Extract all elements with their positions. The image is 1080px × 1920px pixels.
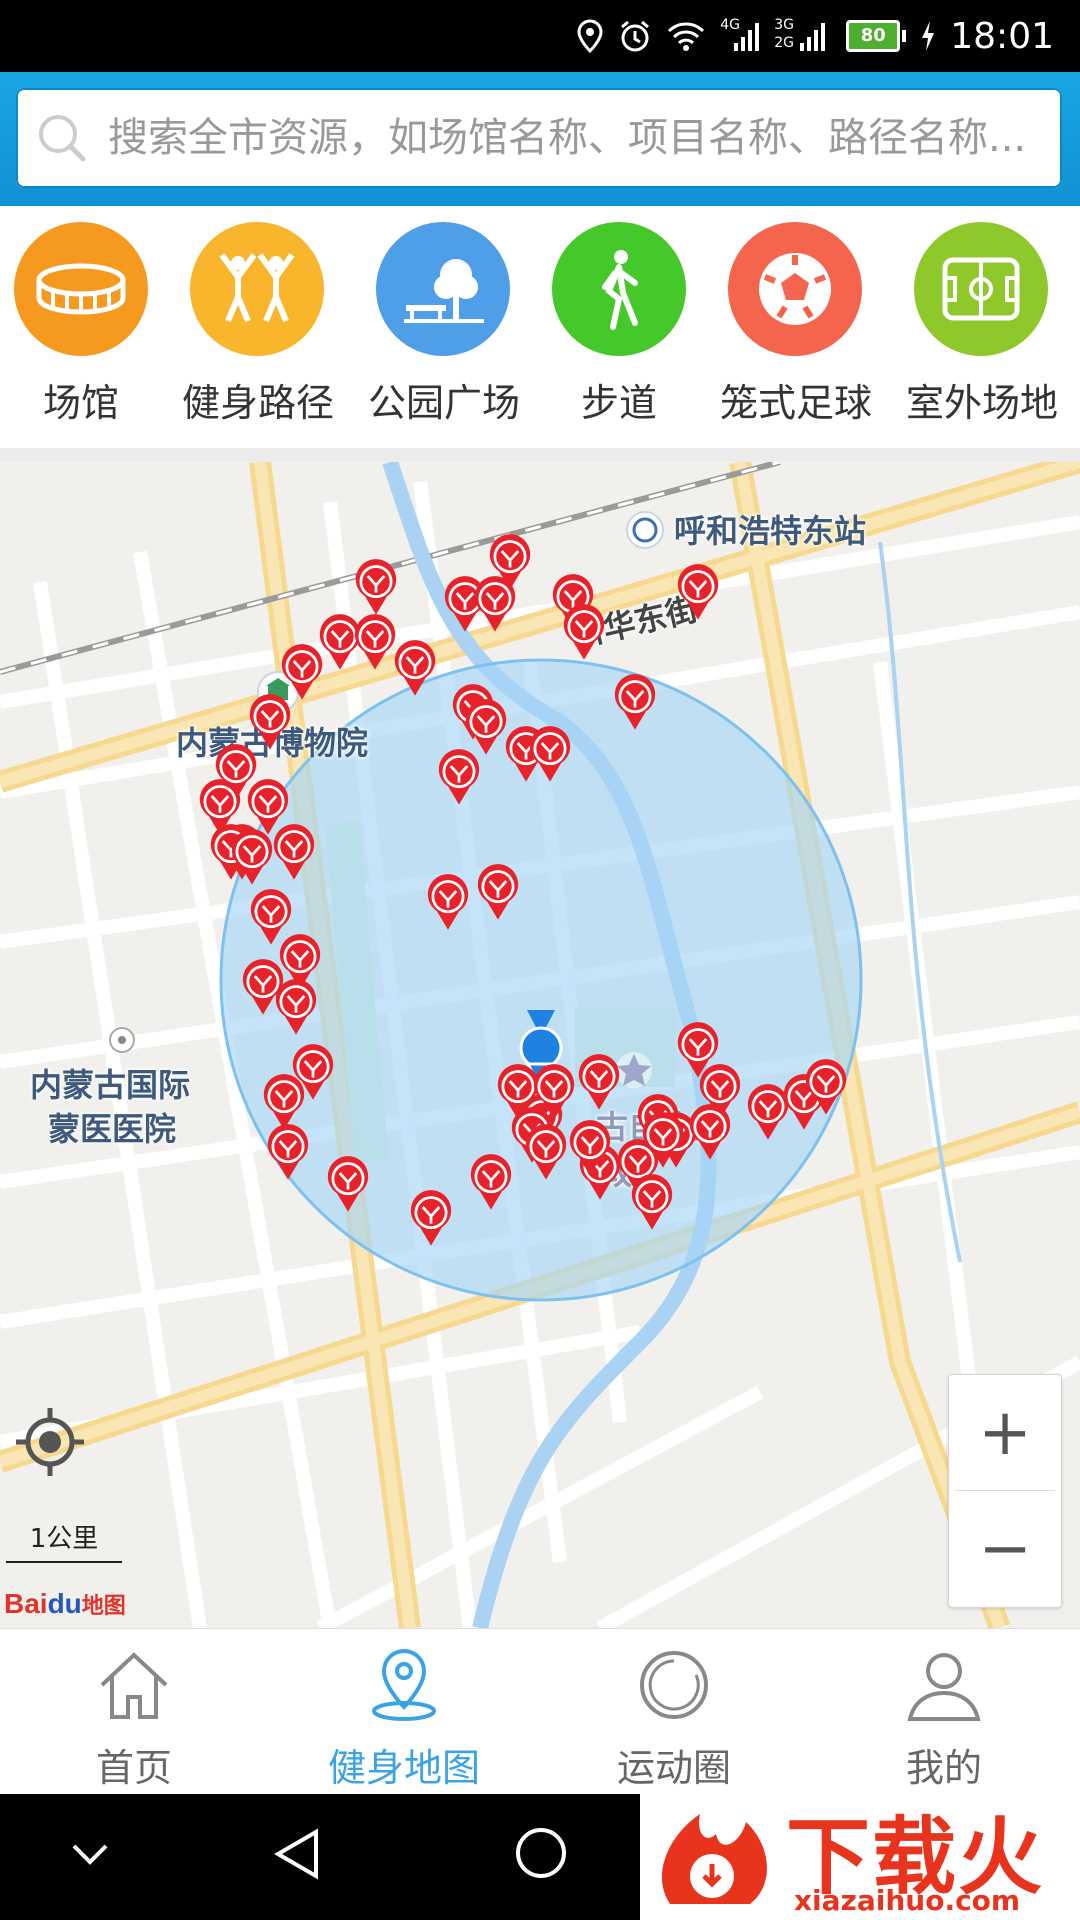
category-label: 步道 [580, 381, 657, 425]
category-cage-soccer[interactable]: 笼式足球 [720, 222, 873, 427]
logo-a: Bai [4, 1588, 48, 1619]
category-outdoor-field[interactable]: 室外场地 [906, 222, 1059, 427]
flame-logo-icon [661, 1814, 767, 1904]
map-view[interactable]: 呼和浩特东站 新华东街 内蒙古博物院 内蒙古国际 蒙医医院 古自治区 政 1公里… [0, 462, 1080, 1628]
logo-b: du [47, 1588, 82, 1619]
baidu-logo: Baidu地图 [4, 1588, 126, 1620]
category-park[interactable]: 公园广场 [368, 222, 521, 427]
battery-icon: 80 [846, 20, 907, 52]
venue-pin[interactable] [230, 829, 274, 887]
category-stadium[interactable]: 场馆 [6, 222, 156, 427]
venue-pin[interactable] [473, 576, 517, 634]
category-label: 室外场地 [906, 381, 1059, 425]
locate-me-icon[interactable] [14, 1406, 86, 1478]
chevron-down-icon[interactable] [68, 1832, 112, 1876]
category-label: 健身路径 [182, 381, 335, 425]
location-icon [577, 19, 603, 53]
venue-pin[interactable] [641, 1112, 685, 1170]
logo-c: 地图 [81, 1593, 126, 1618]
venue-pin[interactable] [353, 614, 397, 672]
venue-pin[interactable] [568, 1120, 612, 1178]
venue-pin[interactable] [476, 864, 520, 922]
charging-icon [922, 21, 935, 51]
soccer-icon [728, 222, 862, 356]
venue-pin[interactable] [266, 1124, 310, 1182]
station-label: 呼和浩特东站 [674, 512, 867, 550]
user-icon [907, 1653, 981, 1721]
clock: 18:01 [950, 15, 1054, 57]
search-input[interactable]: 搜索全市资源，如场馆名称、项目名称、路径名称... [16, 88, 1062, 188]
venue-pin[interactable] [272, 824, 316, 882]
venue-pin[interactable] [562, 604, 606, 662]
venue-pin[interactable] [524, 1124, 568, 1182]
tab-label: 健身地图 [327, 1746, 480, 1790]
venue-pin[interactable] [804, 1059, 848, 1117]
category-walk[interactable]: 步道 [544, 222, 694, 427]
park-icon [376, 222, 510, 356]
walking-icon [552, 222, 686, 356]
zoom-out-button[interactable]: − [949, 1491, 1061, 1606]
venue-pin[interactable] [409, 1190, 453, 1248]
alarm-icon [621, 20, 650, 52]
back-icon[interactable] [272, 1828, 322, 1880]
category-label: 笼式足球 [720, 381, 873, 425]
tab-fitness-map[interactable]: 健身地图 [304, 1645, 504, 1792]
watermark: 下载火 xiazaihuo.com [640, 1788, 1080, 1920]
search-icon [39, 115, 86, 162]
venue-pin[interactable] [354, 559, 398, 617]
wifi-icon [668, 22, 705, 51]
signal-3g2g-icon: 3G 2G [774, 17, 832, 53]
zoom-controls: + − [948, 1374, 1062, 1608]
venue-pin[interactable] [577, 1054, 621, 1112]
status-bar: 4G 3G 2G 80 18:01 [0, 0, 1080, 72]
home-nav-icon[interactable] [514, 1826, 568, 1880]
tab-label: 首页 [95, 1746, 172, 1790]
venue-pin[interactable] [426, 874, 470, 932]
tab-label: 运动圈 [616, 1746, 731, 1790]
fitness-path-icon [190, 222, 324, 356]
venue-pin[interactable] [613, 674, 657, 732]
venue-pin[interactable] [274, 979, 318, 1037]
venue-pin[interactable] [469, 1154, 513, 1212]
venue-pin[interactable] [437, 749, 481, 807]
venue-pin[interactable] [326, 1156, 370, 1214]
venue-pin[interactable] [676, 564, 720, 622]
bottom-tab-bar: 首页 健身地图 运动圈 我的 [0, 1628, 1080, 1795]
venue-pin[interactable] [393, 640, 437, 698]
category-label: 公园广场 [368, 381, 521, 425]
category-bar: 场馆 健身路径 公园广场 步道 笼式足球 室外场地 [0, 206, 1080, 448]
venue-pin[interactable] [688, 1104, 732, 1162]
battery-level: 80 [846, 20, 901, 52]
watermark-url: xiazaihuo.com [794, 1884, 1021, 1917]
outdoor-field-icon [914, 222, 1048, 356]
tab-sports-circle[interactable]: 运动圈 [574, 1645, 774, 1792]
map-pin-icon [372, 1648, 436, 1721]
home-icon [100, 1652, 168, 1719]
venue-pin[interactable] [630, 1174, 674, 1232]
hospital-label-1: 内蒙古国际 [30, 1066, 191, 1104]
circle-icon [640, 1651, 708, 1719]
hospital-label-2: 蒙医医院 [48, 1110, 177, 1148]
tab-home[interactable]: 首页 [34, 1645, 234, 1792]
tab-mine[interactable]: 我的 [844, 1645, 1044, 1792]
divider [0, 448, 1080, 462]
search-placeholder: 搜索全市资源，如场馆名称、项目名称、路径名称... [108, 115, 1027, 161]
venue-pin[interactable] [528, 726, 572, 784]
zoom-in-button[interactable]: + [949, 1375, 1061, 1490]
category-label: 场馆 [42, 381, 119, 425]
category-fitness-path[interactable]: 健身路径 [182, 222, 335, 427]
map-scale: 1公里 [6, 1518, 122, 1563]
signal-4g-icon: 4G [720, 17, 760, 53]
header: 搜索全市资源，如场馆名称、项目名称、路径名称... [0, 72, 1080, 206]
stadium-icon [14, 222, 148, 356]
tab-label: 我的 [905, 1746, 982, 1790]
